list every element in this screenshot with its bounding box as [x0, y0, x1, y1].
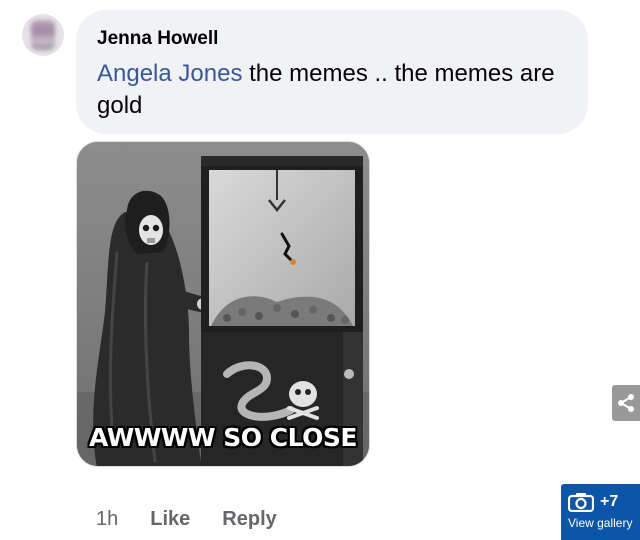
meme-caption: AWWWW SO CLOSE: [89, 423, 357, 452]
gallery-count: +7: [600, 493, 619, 510]
share-icon: [618, 394, 634, 412]
view-gallery-button[interactable]: +7 View gallery: [561, 484, 640, 540]
meme-image[interactable]: AWWWW SO CLOSE: [76, 141, 370, 467]
comment-bubble: Jenna Howell Angela Jones the memes .. t…: [76, 10, 588, 134]
mention-link[interactable]: Angela Jones: [97, 60, 242, 87]
comment-actions: 1h Like Reply: [96, 504, 277, 534]
share-button[interactable]: [612, 385, 640, 421]
comment-author[interactable]: Jenna Howell: [97, 28, 568, 50]
camera-icon: [568, 493, 594, 512]
avatar-blurred-image: [31, 20, 55, 50]
comment-text: Angela Jones the memes .. the memes are …: [97, 58, 568, 122]
like-button[interactable]: Like: [150, 508, 190, 531]
reply-button[interactable]: Reply: [222, 508, 276, 531]
gallery-label: View gallery: [568, 516, 633, 530]
comment-timestamp[interactable]: 1h: [96, 508, 118, 531]
commenter-avatar[interactable]: [22, 14, 64, 56]
meme-illustration: [77, 142, 369, 466]
